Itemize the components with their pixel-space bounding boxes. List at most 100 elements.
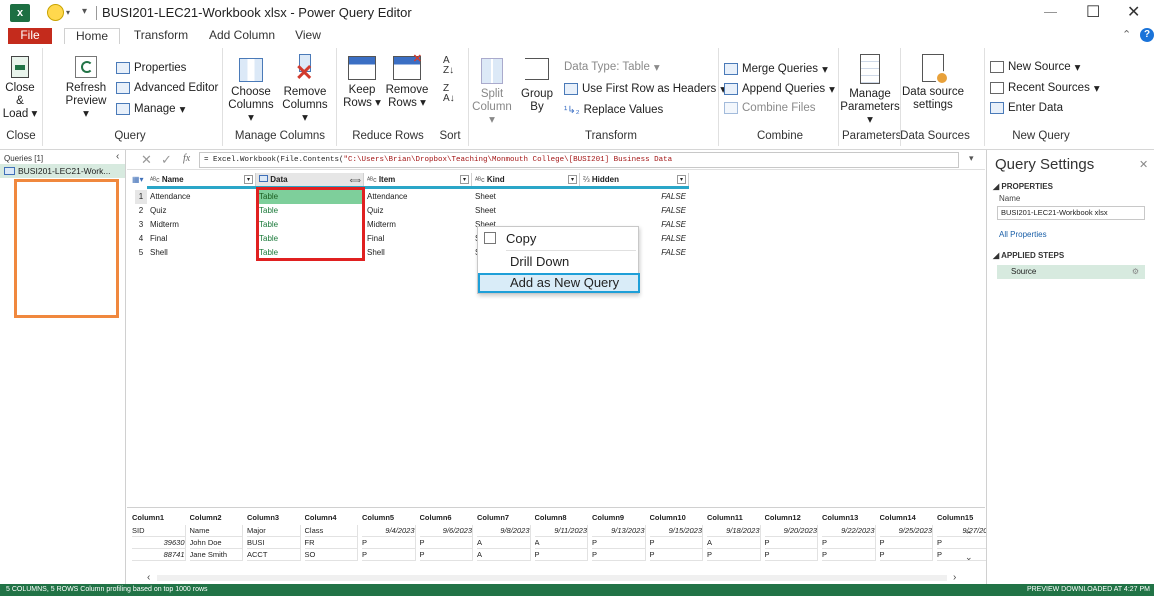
table-cell[interactable]: Attendance	[367, 190, 471, 204]
table-cell[interactable]: Midterm	[150, 218, 254, 232]
customize-toolbar-icon[interactable]: ▾	[82, 6, 87, 17]
preview-cell: SO	[304, 549, 358, 561]
advanced-editor-button[interactable]: Advanced Editor	[116, 82, 218, 94]
column-header-item[interactable]: ᴬᴮc Item ▾	[364, 173, 472, 186]
table-cell[interactable]: FALSE	[582, 190, 686, 204]
column-header-hidden[interactable]: ⅔ Hidden ▾	[580, 173, 689, 186]
manage-parameters-text: Manage	[849, 88, 891, 100]
close-button[interactable]: ✕	[1127, 2, 1140, 22]
tab-file[interactable]: File	[8, 28, 52, 44]
table-cell[interactable]: Attendance	[150, 190, 254, 204]
applied-steps-section-header[interactable]: ◢ APPLIED STEPS	[993, 251, 1064, 260]
new-source-button[interactable]: New Source ▾	[990, 60, 1080, 74]
preview-cell: A	[477, 549, 531, 561]
all-properties-link[interactable]: All Properties	[999, 230, 1047, 239]
expand-formula-icon[interactable]: ▾	[969, 153, 974, 164]
data-source-settings-icon	[922, 54, 949, 85]
tab-view[interactable]: View	[286, 28, 330, 44]
properties-section-header[interactable]: ◢ PROPERTIES	[993, 182, 1053, 191]
column-header-name[interactable]: ᴬᴮc Name ▾	[147, 173, 256, 186]
combine-files-button[interactable]: Combine Files	[724, 102, 816, 114]
tab-add-column[interactable]: Add Column	[202, 28, 282, 44]
tab-transform[interactable]: Transform	[126, 28, 196, 44]
table-cell[interactable]: Sheet	[475, 204, 579, 218]
column-header-data[interactable]: Data ⟺	[256, 173, 364, 186]
quick-access-dropdown-icon[interactable]: ▾	[66, 8, 70, 17]
properties-button[interactable]: Properties	[116, 62, 186, 74]
table-icon	[4, 167, 15, 175]
minimize-button[interactable]: —	[1044, 4, 1057, 19]
table-cell[interactable]: Shell	[367, 246, 471, 260]
recent-sources-button[interactable]: Recent Sources ▾	[990, 81, 1100, 95]
filter-dropdown-icon[interactable]: ▾	[460, 175, 469, 184]
cancel-formula-icon[interactable]: ✕	[141, 152, 152, 168]
refresh-icon	[75, 56, 97, 78]
sort-descending-button[interactable]: Z A↓	[443, 84, 455, 104]
table-cell[interactable]: Shell	[150, 246, 254, 260]
step-settings-gear-icon[interactable]: ⚙	[1132, 265, 1139, 279]
filter-dropdown-icon[interactable]: ▾	[244, 175, 253, 184]
query-name-input[interactable]: BUSI201-LEC21-Workbook xlsx	[997, 206, 1145, 220]
context-menu-drill-down[interactable]: Drill Down	[478, 253, 638, 271]
manage-parameters-button[interactable]: Manage Parameters ▾	[840, 54, 900, 127]
confirm-formula-icon[interactable]: ✓	[161, 152, 172, 168]
group-separator	[718, 48, 719, 146]
preview-horizontal-scrollbar[interactable]	[157, 575, 947, 581]
group-by-button[interactable]: Group By	[518, 58, 556, 114]
table-cell[interactable]: Sheet	[475, 190, 579, 204]
data-source-settings-button[interactable]: Data source settings	[902, 54, 964, 112]
preview-scroll-right-icon[interactable]: ›	[953, 572, 956, 583]
preview-cell: ACCT	[247, 549, 301, 561]
use-first-row-headers-button[interactable]: Use First Row as Headers ▾	[564, 82, 726, 96]
preview-scroll-left-icon[interactable]: ‹	[147, 572, 150, 583]
table-selector-icon[interactable]: ▦▾	[132, 173, 146, 186]
filter-dropdown-icon[interactable]: ▾	[568, 175, 577, 184]
table-cell[interactable]: FALSE	[582, 204, 686, 218]
text-type-icon: ᴬᴮc	[367, 177, 377, 184]
manage-button[interactable]: Manage ▾	[116, 102, 185, 116]
maximize-button[interactable]: ☐	[1086, 2, 1100, 22]
context-menu-copy[interactable]: Copy	[478, 229, 638, 247]
merge-queries-button[interactable]: Merge Queries ▾	[724, 62, 828, 76]
remove-rows-button[interactable]: ✕ Remove Rows ▾	[384, 53, 430, 110]
replace-values-label: Replace Values	[583, 104, 664, 116]
table-type-icon	[259, 175, 268, 182]
column-header-kind[interactable]: ᴬᴮc Kind ▾	[472, 173, 580, 186]
filter-dropdown-icon[interactable]: ▾	[677, 175, 686, 184]
table-cell[interactable]: Quiz	[367, 204, 471, 218]
formula-input[interactable]: = Excel.Workbook(File.Contents("C:\Users…	[199, 152, 959, 168]
table-cell[interactable]: Quiz	[150, 204, 254, 218]
keep-rows-button[interactable]: Keep Rows ▾	[342, 56, 382, 110]
smiley-icon[interactable]	[47, 4, 64, 21]
tab-home[interactable]: Home	[64, 28, 120, 44]
split-column-button[interactable]: Split Column ▾	[470, 58, 514, 127]
sort-ascending-button[interactable]: A Z↓	[443, 56, 454, 76]
close-settings-icon[interactable]: ✕	[1139, 158, 1148, 171]
enter-data-button[interactable]: Enter Data	[990, 102, 1063, 114]
preview-column-header: Column6	[419, 513, 452, 522]
replace-values-button[interactable]: ¹↳₂ Replace Values	[564, 104, 663, 116]
append-queries-button[interactable]: Append Queries ▾	[724, 82, 835, 96]
remove-columns-button[interactable]: ✕ Remove Columns ▾	[280, 54, 330, 125]
preview-cell: P	[822, 549, 876, 561]
table-cell[interactable]: Final	[367, 232, 471, 246]
preview-cell: A	[534, 537, 588, 549]
choose-columns-button[interactable]: Choose Columns ▾	[226, 58, 276, 125]
preview-cell: 9/4/2023	[362, 525, 416, 537]
refresh-label: Refresh	[65, 82, 107, 94]
applied-step-item[interactable]: Source ⚙	[997, 265, 1145, 279]
close-load-label: Close &	[5, 82, 35, 107]
query-item[interactable]: BUSI201-LEC21-Work...	[0, 164, 125, 178]
table-cell[interactable]: Final	[150, 232, 254, 246]
properties-icon	[116, 62, 130, 74]
close-load-button[interactable]: Close & Load ▾	[2, 56, 38, 121]
data-type-dropdown[interactable]: Data Type: Table ▾	[564, 60, 660, 74]
refresh-preview-button[interactable]: Refresh Preview ▾	[62, 56, 110, 121]
text-type-icon: ᴬᴮc	[150, 177, 160, 184]
collapse-ribbon-icon[interactable]: ⌃	[1122, 28, 1131, 41]
table-cell[interactable]: Midterm	[367, 218, 471, 232]
context-menu-add-as-new-query[interactable]: Add as New Query	[478, 273, 640, 293]
help-icon[interactable]: ?	[1140, 28, 1154, 42]
collapse-queries-icon[interactable]: ‹	[116, 151, 119, 162]
preview-cell: John Doe	[189, 537, 243, 549]
